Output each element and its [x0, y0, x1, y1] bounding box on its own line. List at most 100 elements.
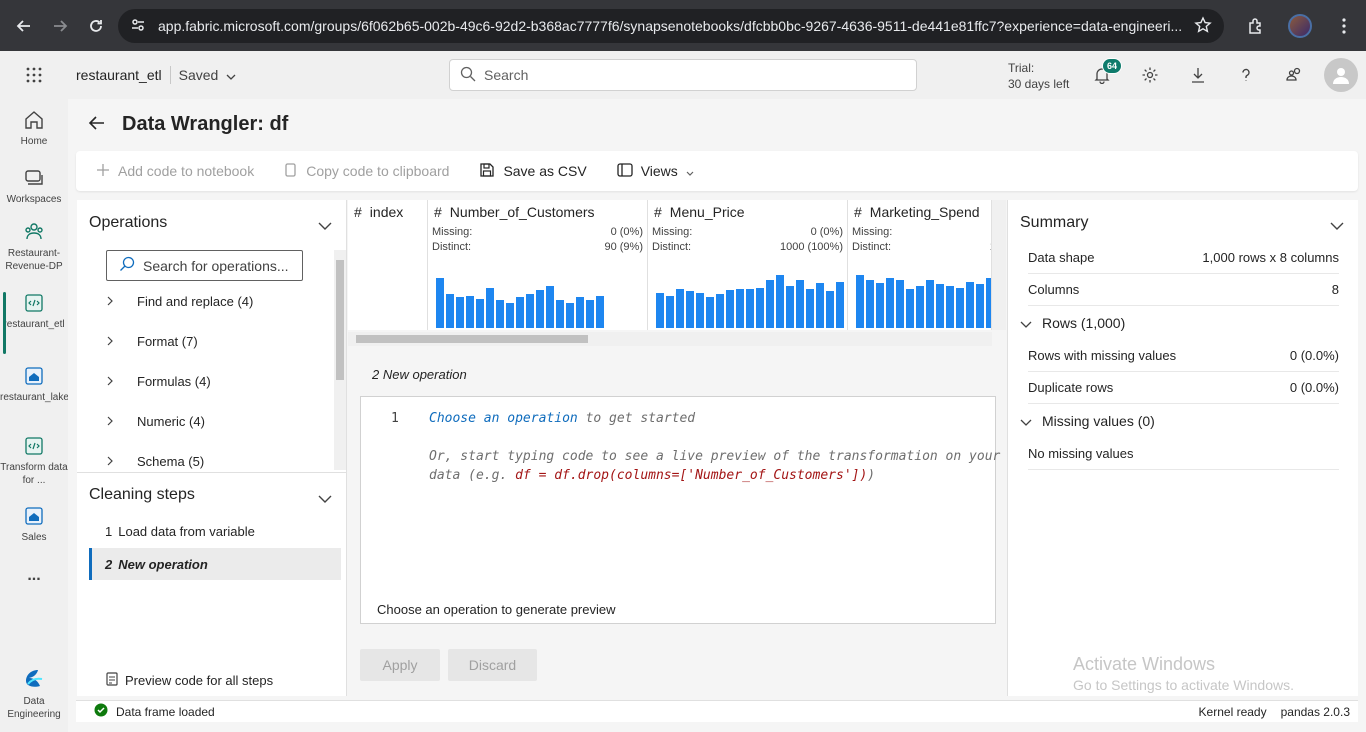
missing-stat: Missing: 0 (0%)	[652, 226, 843, 238]
data-engineering-icon	[0, 667, 68, 691]
grid-column-menu-price[interactable]: # Menu_Price Missing: 0 (0%) Distinct: 1000…	[648, 200, 848, 330]
cleaning-step-load[interactable]: 1 Load data from variable	[89, 515, 341, 547]
rows-missing-label: Rows with missing values	[1028, 348, 1177, 363]
code-hint-line-3: data (e.g. df = df.drop(columns=['Number…	[429, 468, 875, 483]
histogram-bar	[786, 286, 794, 328]
forward-arrow-icon[interactable]	[42, 8, 78, 44]
download-icon[interactable]	[1186, 63, 1210, 87]
histogram-bar	[736, 289, 744, 328]
url-text: app.fabric.microsoft.com/groups/6f062b65…	[158, 18, 1183, 34]
histogram-bar	[576, 297, 584, 328]
kernel-status[interactable]: Kernel ready	[1199, 705, 1267, 719]
operation-category-formulas[interactable]: Formulas (4)	[107, 374, 211, 389]
operations-panel: Operations Search for operations... Find…	[77, 200, 347, 696]
more-items-icon[interactable]: ...	[0, 568, 68, 584]
back-arrow-icon[interactable]	[88, 114, 106, 135]
rows-section-toggle[interactable]: Rows (1,000)	[1020, 315, 1125, 331]
rail-item-restaurant-lakehouse[interactable]: restaurant_lakehouse	[0, 365, 96, 404]
summary-duplicate-rows: Duplicate rows 0 (0.0%)	[1028, 380, 1339, 404]
rail-item-restaurant-revenue[interactable]: Restaurant-Revenue-DP	[0, 221, 68, 273]
rail-item-home[interactable]: Home	[0, 109, 68, 148]
left-navigation-rail: Home Workspaces Restaurant-Revenue-DP re…	[0, 99, 96, 732]
chevron-right-icon	[107, 334, 113, 349]
code-hint-line-2: Or, start typing code to see a live prev…	[429, 449, 1001, 464]
copy-code-button[interactable]: Copy code to clipboard	[284, 162, 449, 181]
histogram-bar	[716, 294, 724, 328]
histogram-bar	[816, 283, 824, 328]
rail-item-restaurant-etl[interactable]: restaurant_etl	[0, 292, 68, 354]
grid-horizontal-scrollbar[interactable]	[348, 332, 992, 346]
code-editor[interactable]: 1 Choose an operation to get started Or,…	[360, 396, 1000, 624]
cleaning-step-new-operation[interactable]: 2 New operation	[89, 548, 341, 580]
distinct-label: Distinct:	[652, 241, 692, 253]
trial-label: Trial:	[1008, 61, 1035, 75]
histogram-bar	[496, 300, 504, 328]
numeric-type-icon: #	[854, 204, 862, 220]
operations-scrollbar[interactable]	[334, 250, 346, 470]
help-icon[interactable]	[1234, 63, 1258, 87]
rail-item-data-engineering[interactable]: Data Engineering	[0, 667, 68, 721]
workspaces-icon	[0, 167, 68, 189]
trial-status[interactable]: Trial: 30 days left	[1008, 60, 1069, 92]
notebook-name[interactable]: restaurant_etl	[76, 67, 162, 83]
apply-button[interactable]: Apply	[360, 649, 440, 681]
column-header: # Menu_Price	[654, 204, 745, 220]
global-search-input[interactable]: Search	[449, 59, 917, 91]
rail-label-transform-data: Transform data for ...	[0, 462, 68, 486]
operations-collapse-chevron-icon[interactable]	[318, 218, 332, 233]
saved-label: Saved	[178, 67, 219, 83]
operation-category-format[interactable]: Format (7)	[107, 334, 198, 349]
browser-profile-avatar[interactable]	[1288, 13, 1312, 38]
preview-all-steps-button[interactable]: Preview code for all steps	[105, 672, 273, 689]
step-label: Load data from variable	[118, 523, 255, 539]
bookmark-star-icon[interactable]	[1194, 16, 1212, 37]
discard-button[interactable]: Discard	[448, 649, 537, 681]
column-histogram	[436, 272, 604, 328]
extensions-icon[interactable]	[1238, 8, 1274, 44]
operation-category-find-replace[interactable]: Find and replace (4)	[107, 294, 253, 309]
summary-collapse-chevron-icon[interactable]	[1330, 218, 1344, 233]
grid-column-marketing-spend[interactable]: # Marketing_Spend Missing: Distinct:10	[848, 200, 992, 330]
operation-category-label: Numeric (4)	[137, 414, 205, 429]
column-histogram	[656, 272, 844, 328]
save-status[interactable]: Saved	[179, 67, 237, 83]
duplicate-rows-value: 0 (0.0%)	[1289, 380, 1339, 395]
browser-menu-icon[interactable]	[1326, 8, 1362, 44]
grid-column-index[interactable]: # index	[348, 200, 428, 330]
histogram-bar	[696, 293, 704, 328]
operations-search-input[interactable]: Search for operations...	[106, 250, 303, 281]
column-name: index	[369, 204, 404, 220]
app-launcher-icon[interactable]	[0, 66, 68, 84]
reload-icon[interactable]	[78, 8, 114, 44]
header-divider	[169, 66, 171, 84]
grid-column-number-of-customers[interactable]: # Number_of_Customers Missing: 0 (0%) Dist…	[428, 200, 648, 330]
cleaning-collapse-chevron-icon[interactable]	[318, 491, 332, 506]
views-dropdown[interactable]: Views	[617, 162, 694, 180]
missing-stat: Missing:	[852, 226, 987, 238]
scrollbar-thumb[interactable]	[336, 260, 344, 380]
settings-gear-icon[interactable]	[1138, 63, 1162, 87]
no-missing-label: No missing values	[1028, 446, 1134, 461]
rail-item-workspaces[interactable]: Workspaces	[0, 167, 68, 206]
missing-values-section-toggle[interactable]: Missing values (0)	[1020, 413, 1155, 429]
scrollbar-thumb[interactable]	[356, 335, 588, 343]
histogram-bar	[536, 290, 544, 328]
operation-category-numeric[interactable]: Numeric (4)	[107, 414, 205, 429]
account-avatar[interactable]	[1324, 58, 1358, 92]
save-csv-button[interactable]: Save as CSV	[479, 162, 587, 181]
operation-category-schema[interactable]: Schema (5)	[107, 454, 204, 469]
address-bar[interactable]: app.fabric.microsoft.com/groups/6f062b65…	[118, 9, 1224, 43]
grid-vertical-scrollbar[interactable]	[992, 200, 1006, 330]
duplicate-rows-label: Duplicate rows	[1028, 380, 1114, 395]
choose-operation-link[interactable]: Choose an operation	[429, 411, 578, 426]
add-code-button[interactable]: Add code to notebook	[96, 163, 254, 180]
rail-item-transform-data[interactable]: Transform data for ...	[0, 435, 68, 487]
rail-item-sales[interactable]: Sales	[0, 505, 68, 544]
notifications-icon[interactable]: 64	[1090, 58, 1123, 87]
numeric-type-icon: #	[354, 204, 362, 220]
site-settings-icon[interactable]	[130, 17, 146, 36]
back-arrow-icon[interactable]	[6, 8, 42, 44]
feedback-icon[interactable]	[1282, 63, 1306, 87]
chevron-down-icon	[686, 163, 694, 179]
histogram-bar	[466, 296, 474, 328]
